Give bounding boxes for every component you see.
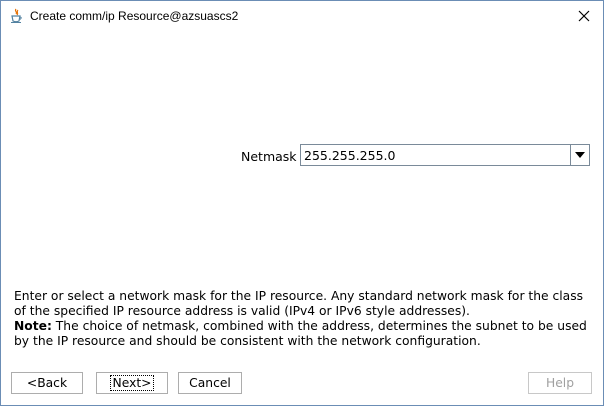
help-button-label: Help — [545, 376, 575, 390]
cancel-button[interactable]: Cancel — [178, 372, 242, 394]
dialog-window: Create comm/ip Resource@azsuascs2 Netmas… — [0, 0, 604, 406]
window-title: Create comm/ip Resource@azsuascs2 — [30, 9, 239, 23]
netmask-combobox[interactable] — [300, 144, 590, 166]
cancel-button-label: Cancel — [189, 376, 231, 390]
next-button-label: Next> — [109, 375, 155, 391]
next-button[interactable]: Next> — [96, 372, 168, 394]
close-button[interactable] — [571, 5, 597, 27]
netmask-label: Netmask — [241, 149, 297, 164]
description-text: Enter or select a network mask for the I… — [14, 289, 584, 318]
netmask-dropdown-button[interactable] — [570, 145, 589, 165]
help-button[interactable]: Help — [528, 372, 592, 394]
back-button[interactable]: <Back — [11, 372, 83, 394]
help-description: Enter or select a network mask for the I… — [14, 289, 594, 349]
note-label: Note: — [14, 319, 52, 333]
title-bar: Create comm/ip Resource@azsuascs2 — [1, 1, 603, 31]
java-app-icon — [9, 8, 23, 24]
close-icon — [578, 10, 590, 22]
note-paragraph: Note: The choice of netmask, combined wi… — [14, 319, 594, 349]
note-text: The choice of netmask, combined with the… — [14, 319, 587, 348]
netmask-input[interactable] — [301, 145, 569, 165]
chevron-down-icon — [575, 152, 585, 158]
back-button-label: <Back — [26, 376, 68, 390]
